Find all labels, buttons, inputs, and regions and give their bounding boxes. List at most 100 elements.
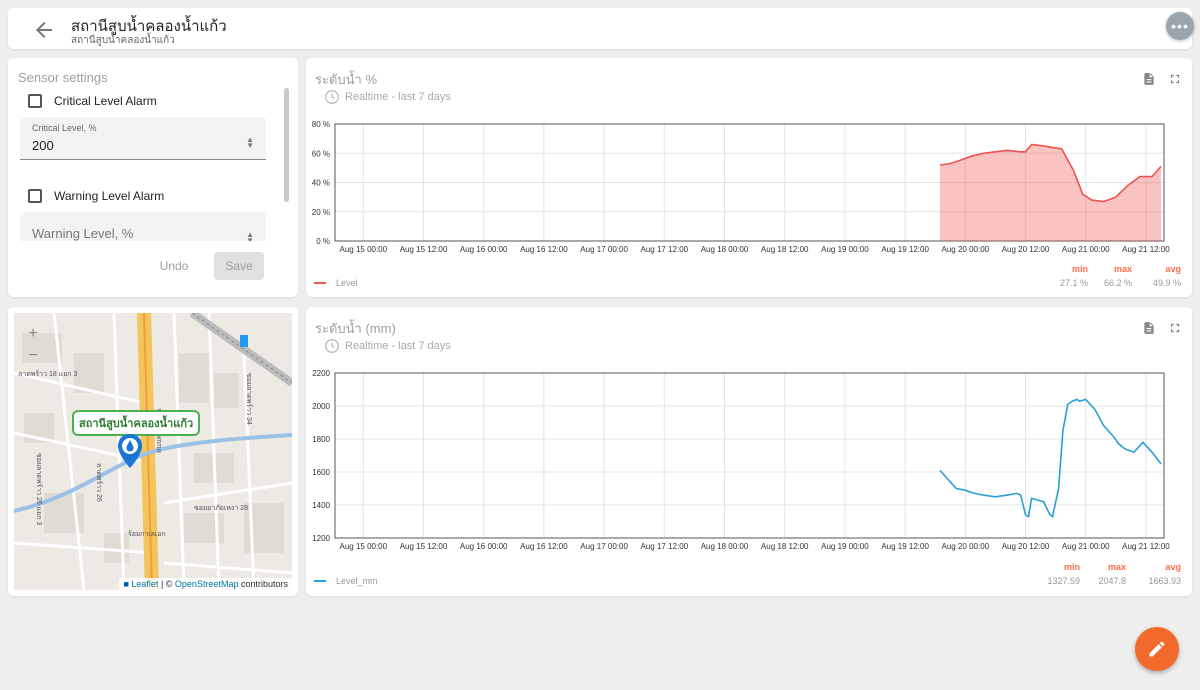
series-line <box>939 398 1162 519</box>
y-tick-label: 2000 <box>312 402 330 411</box>
y-tick-label: 1600 <box>312 468 330 477</box>
pencil-icon <box>1149 641 1165 657</box>
x-tick-label: Aug 17 12:00 <box>641 245 689 254</box>
sensor-settings-panel: Sensor settings Critical Level Alarm Cri… <box>8 58 298 297</box>
level-mm-plot[interactable]: Aug 15 00:00 Aug 15 12:00 Aug 16 00:00 Aug … <box>306 307 1192 596</box>
x-tick-label: Aug 17 12:00 <box>641 542 689 551</box>
leaflet-link[interactable]: Leaflet <box>131 579 158 589</box>
x-tick-label: Aug 16 12:00 <box>520 542 568 551</box>
stat-avg-value: 1663.93 <box>1148 576 1181 586</box>
legend-label: Level_mm <box>336 576 378 586</box>
warning-alarm-checkbox[interactable] <box>28 189 42 203</box>
plot-frame <box>334 372 1165 539</box>
page-subtitle: สถานีสูบน้ำคลองน้ำแก้ว <box>71 35 175 46</box>
y-tick-label: 0 % <box>316 237 330 246</box>
x-tick-label: Aug 19 00:00 <box>821 542 869 551</box>
stat-min-value: 1327.59 <box>1047 576 1080 586</box>
stat-min-value: 27.1 % <box>1059 278 1088 288</box>
map-view[interactable]: ลาดพร้าว 18 แยก 3 ซอยลาดพร้าว 26 แยก 3 ล… <box>14 313 292 590</box>
stat-max-value: 66.2 % <box>1103 278 1132 288</box>
water-drop-marker-icon[interactable] <box>117 434 143 473</box>
station-map-label: สถานีสูบน้ำคลองน้ำแก้ว <box>72 410 201 436</box>
y-tick-label: 1200 <box>312 534 330 543</box>
x-tick-label: Aug 18 12:00 <box>761 542 809 551</box>
level-percent-plot[interactable]: Aug 15 00:00 Aug 15 12:00 Aug 16 00:00 Aug … <box>306 58 1192 297</box>
critical-alarm-checkbox[interactable] <box>28 94 42 108</box>
map-card: ลาดพร้าว 18 แยก 3 ซอยลาดพร้าว 26 แยก 3 ล… <box>8 307 298 596</box>
street-label: ซอยลาดพร้าว 34 <box>245 373 252 425</box>
stat-min-label: min <box>1071 264 1088 274</box>
level-percent-chart-card: ระดับน้ำ % Realtime - last 7 days Aug 15… <box>306 58 1192 297</box>
x-tick-label: Aug 18 00:00 <box>701 542 749 551</box>
zoom-out-button[interactable]: − <box>24 347 42 365</box>
map-tiles <box>14 313 292 590</box>
critical-alarm-row[interactable]: Critical Level Alarm <box>28 94 157 108</box>
critical-level-value: 200 <box>32 138 54 153</box>
critical-alarm-label: Critical Level Alarm <box>54 94 157 108</box>
openstreetmap-link[interactable]: OpenStreetMap <box>175 579 239 589</box>
ukraine-flag-icon: ■ <box>123 579 129 589</box>
stat-max-label: max <box>1113 264 1132 274</box>
critical-level-field[interactable]: Critical Level, % 200 ▲ ▼ <box>20 117 266 160</box>
x-tick-label: Aug 17 00:00 <box>580 245 628 254</box>
settings-scroll-area[interactable]: Critical Level Alarm Critical Level, % 2… <box>8 85 298 241</box>
stat-avg-value: 49.9 % <box>1152 278 1181 288</box>
stat-min-label: min <box>1063 562 1080 572</box>
x-tick-label: Aug 19 12:00 <box>881 245 929 254</box>
save-button[interactable]: Save <box>214 252 264 280</box>
warning-level-placeholder: Warning Level, % <box>32 226 134 241</box>
chart-legend[interactable]: Level <box>314 278 358 288</box>
warning-level-field[interactable]: Warning Level, % ▲ ▼ <box>20 212 266 241</box>
x-tick-label: Aug 19 00:00 <box>821 245 869 254</box>
x-tick-label: Aug 18 00:00 <box>701 245 749 254</box>
street-label: ร้อยกาเลเอก <box>128 531 166 538</box>
x-tick-label: Aug 15 00:00 <box>339 245 387 254</box>
chart-legend[interactable]: Level_mm <box>314 576 378 586</box>
number-stepper-icon[interactable]: ▲ ▼ <box>246 136 254 150</box>
y-tick-label: 20 % <box>312 208 330 217</box>
y-tick-label: 80 % <box>312 120 330 129</box>
x-tick-label: Aug 15 12:00 <box>400 542 448 551</box>
stat-avg-label: avg <box>1165 264 1181 274</box>
x-tick-label: Aug 15 12:00 <box>400 245 448 254</box>
street-label: ซอยลาดพร้าว 26 แยก 3 <box>35 453 42 526</box>
attribution-text: contributors <box>238 579 288 589</box>
x-tick-label: Aug 21 00:00 <box>1062 542 1110 551</box>
zoom-in-button[interactable]: + <box>24 325 42 343</box>
x-tick-label: Aug 21 12:00 <box>1122 245 1170 254</box>
warning-alarm-row[interactable]: Warning Level Alarm <box>28 189 164 203</box>
sensor-settings-title: Sensor settings <box>18 70 108 85</box>
settings-scrollbar[interactable] <box>284 88 289 202</box>
x-tick-label: Aug 16 12:00 <box>520 245 568 254</box>
undo-button[interactable]: Undo <box>148 252 200 280</box>
x-tick-label: Aug 20 00:00 <box>942 542 990 551</box>
number-stepper-icon[interactable]: ▲ ▼ <box>246 231 254 242</box>
x-tick-label: Aug 18 12:00 <box>761 245 809 254</box>
x-tick-label: Aug 17 00:00 <box>580 542 628 551</box>
more-options-icon[interactable]: ••• <box>1166 12 1194 40</box>
y-tick-label: 1400 <box>312 501 330 510</box>
edit-fab-button[interactable] <box>1135 627 1179 671</box>
street-label: ลาดพร้าว 18 แยก 3 <box>18 371 78 378</box>
legend-swatch <box>314 282 326 284</box>
series-area <box>940 144 1161 241</box>
x-tick-label: Aug 16 00:00 <box>460 245 508 254</box>
x-tick-label: Aug 20 00:00 <box>942 245 990 254</box>
y-tick-label: 60 % <box>312 149 330 158</box>
critical-level-label: Critical Level, % <box>32 123 97 133</box>
street-label: ลาดพร้าว 26 <box>95 463 102 502</box>
stat-max-label: max <box>1107 562 1126 572</box>
y-tick-label: 40 % <box>312 179 330 188</box>
stat-max-value: 2047.8 <box>1098 576 1126 586</box>
x-tick-label: Aug 16 00:00 <box>460 542 508 551</box>
back-arrow-icon[interactable] <box>32 18 56 42</box>
stat-avg-label: avg <box>1165 562 1181 572</box>
x-tick-label: Aug 20 12:00 <box>1002 245 1050 254</box>
warning-alarm-label: Warning Level Alarm <box>54 189 165 203</box>
street-label: ซอยอาภัยเหงา 28 <box>194 505 248 512</box>
level-mm-chart-card: ระดับน้ำ (mm) Realtime - last 7 days Aug… <box>306 307 1192 596</box>
x-tick-label: Aug 21 12:00 <box>1122 542 1170 551</box>
x-tick-label: Aug 15 00:00 <box>339 542 387 551</box>
y-tick-label: 2200 <box>312 369 330 378</box>
attribution-separator: | © <box>158 579 175 589</box>
